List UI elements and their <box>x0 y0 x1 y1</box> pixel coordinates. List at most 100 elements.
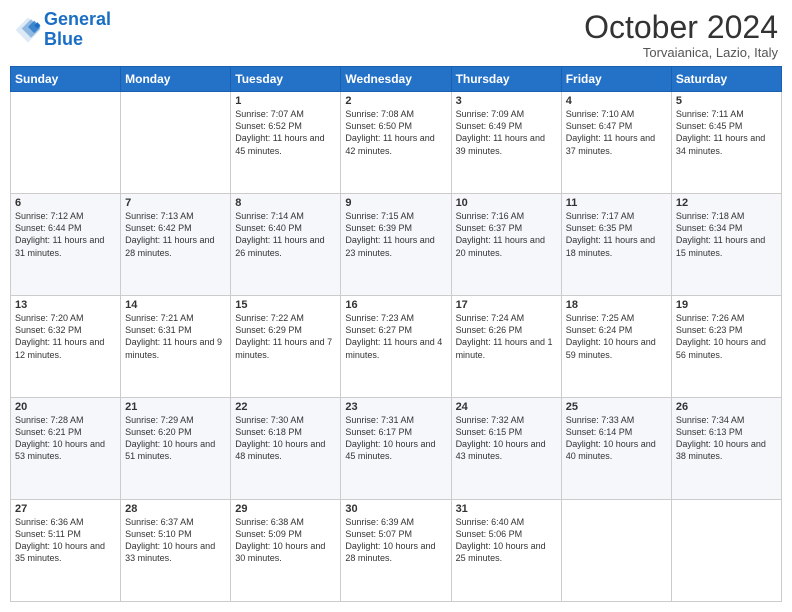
calendar-body: 1Sunrise: 7:07 AM Sunset: 6:52 PM Daylig… <box>11 92 782 602</box>
cell-day-number: 28 <box>125 503 226 515</box>
calendar-cell: 14Sunrise: 7:21 AM Sunset: 6:31 PM Dayli… <box>121 296 231 398</box>
cell-day-number: 1 <box>235 95 336 107</box>
cell-day-number: 14 <box>125 299 226 311</box>
cell-info-text: Sunrise: 7:26 AM Sunset: 6:23 PM Dayligh… <box>676 312 777 361</box>
calendar-cell: 28Sunrise: 6:37 AM Sunset: 5:10 PM Dayli… <box>121 500 231 602</box>
cell-day-number: 22 <box>235 401 336 413</box>
calendar-cell: 23Sunrise: 7:31 AM Sunset: 6:17 PM Dayli… <box>341 398 451 500</box>
cell-day-number: 6 <box>15 197 116 209</box>
header: General Blue October 2024 Torvaianica, L… <box>10 10 782 60</box>
cell-info-text: Sunrise: 7:31 AM Sunset: 6:17 PM Dayligh… <box>345 414 446 463</box>
logo-blue: Blue <box>44 29 83 49</box>
cell-info-text: Sunrise: 7:11 AM Sunset: 6:45 PM Dayligh… <box>676 108 777 157</box>
cell-day-number: 8 <box>235 197 336 209</box>
calendar-cell: 18Sunrise: 7:25 AM Sunset: 6:24 PM Dayli… <box>561 296 671 398</box>
calendar-cell: 4Sunrise: 7:10 AM Sunset: 6:47 PM Daylig… <box>561 92 671 194</box>
weekday-header-cell: Friday <box>561 67 671 92</box>
cell-info-text: Sunrise: 7:16 AM Sunset: 6:37 PM Dayligh… <box>456 210 557 259</box>
cell-info-text: Sunrise: 7:14 AM Sunset: 6:40 PM Dayligh… <box>235 210 336 259</box>
cell-info-text: Sunrise: 7:10 AM Sunset: 6:47 PM Dayligh… <box>566 108 667 157</box>
cell-day-number: 3 <box>456 95 557 107</box>
main-title: October 2024 <box>584 10 778 45</box>
calendar-week-row: 1Sunrise: 7:07 AM Sunset: 6:52 PM Daylig… <box>11 92 782 194</box>
cell-day-number: 30 <box>345 503 446 515</box>
calendar-week-row: 6Sunrise: 7:12 AM Sunset: 6:44 PM Daylig… <box>11 194 782 296</box>
calendar-cell: 5Sunrise: 7:11 AM Sunset: 6:45 PM Daylig… <box>671 92 781 194</box>
cell-day-number: 27 <box>15 503 116 515</box>
calendar-cell: 12Sunrise: 7:18 AM Sunset: 6:34 PM Dayli… <box>671 194 781 296</box>
cell-info-text: Sunrise: 6:40 AM Sunset: 5:06 PM Dayligh… <box>456 516 557 565</box>
cell-info-text: Sunrise: 7:29 AM Sunset: 6:20 PM Dayligh… <box>125 414 226 463</box>
calendar-cell: 20Sunrise: 7:28 AM Sunset: 6:21 PM Dayli… <box>11 398 121 500</box>
calendar-cell: 9Sunrise: 7:15 AM Sunset: 6:39 PM Daylig… <box>341 194 451 296</box>
cell-info-text: Sunrise: 6:36 AM Sunset: 5:11 PM Dayligh… <box>15 516 116 565</box>
logo-general: General <box>44 9 111 29</box>
calendar-cell: 6Sunrise: 7:12 AM Sunset: 6:44 PM Daylig… <box>11 194 121 296</box>
cell-info-text: Sunrise: 7:30 AM Sunset: 6:18 PM Dayligh… <box>235 414 336 463</box>
cell-day-number: 17 <box>456 299 557 311</box>
calendar-week-row: 27Sunrise: 6:36 AM Sunset: 5:11 PM Dayli… <box>11 500 782 602</box>
cell-info-text: Sunrise: 7:12 AM Sunset: 6:44 PM Dayligh… <box>15 210 116 259</box>
cell-day-number: 11 <box>566 197 667 209</box>
cell-day-number: 18 <box>566 299 667 311</box>
cell-day-number: 10 <box>456 197 557 209</box>
calendar-cell: 7Sunrise: 7:13 AM Sunset: 6:42 PM Daylig… <box>121 194 231 296</box>
cell-info-text: Sunrise: 7:23 AM Sunset: 6:27 PM Dayligh… <box>345 312 446 361</box>
calendar-cell: 26Sunrise: 7:34 AM Sunset: 6:13 PM Dayli… <box>671 398 781 500</box>
calendar-cell: 27Sunrise: 6:36 AM Sunset: 5:11 PM Dayli… <box>11 500 121 602</box>
calendar-week-row: 20Sunrise: 7:28 AM Sunset: 6:21 PM Dayli… <box>11 398 782 500</box>
cell-info-text: Sunrise: 7:09 AM Sunset: 6:49 PM Dayligh… <box>456 108 557 157</box>
cell-day-number: 15 <box>235 299 336 311</box>
cell-info-text: Sunrise: 7:08 AM Sunset: 6:50 PM Dayligh… <box>345 108 446 157</box>
cell-day-number: 12 <box>676 197 777 209</box>
calendar-cell <box>11 92 121 194</box>
cell-info-text: Sunrise: 7:28 AM Sunset: 6:21 PM Dayligh… <box>15 414 116 463</box>
calendar-cell: 25Sunrise: 7:33 AM Sunset: 6:14 PM Dayli… <box>561 398 671 500</box>
weekday-header-cell: Saturday <box>671 67 781 92</box>
calendar-cell <box>121 92 231 194</box>
cell-info-text: Sunrise: 7:13 AM Sunset: 6:42 PM Dayligh… <box>125 210 226 259</box>
calendar-cell: 11Sunrise: 7:17 AM Sunset: 6:35 PM Dayli… <box>561 194 671 296</box>
weekday-header-cell: Thursday <box>451 67 561 92</box>
calendar-cell: 16Sunrise: 7:23 AM Sunset: 6:27 PM Dayli… <box>341 296 451 398</box>
cell-day-number: 9 <box>345 197 446 209</box>
cell-info-text: Sunrise: 7:21 AM Sunset: 6:31 PM Dayligh… <box>125 312 226 361</box>
calendar-cell <box>561 500 671 602</box>
cell-day-number: 7 <box>125 197 226 209</box>
cell-info-text: Sunrise: 7:24 AM Sunset: 6:26 PM Dayligh… <box>456 312 557 361</box>
cell-info-text: Sunrise: 7:32 AM Sunset: 6:15 PM Dayligh… <box>456 414 557 463</box>
cell-info-text: Sunrise: 6:39 AM Sunset: 5:07 PM Dayligh… <box>345 516 446 565</box>
cell-day-number: 4 <box>566 95 667 107</box>
cell-day-number: 29 <box>235 503 336 515</box>
calendar-cell: 17Sunrise: 7:24 AM Sunset: 6:26 PM Dayli… <box>451 296 561 398</box>
weekday-header-cell: Wednesday <box>341 67 451 92</box>
calendar-cell: 30Sunrise: 6:39 AM Sunset: 5:07 PM Dayli… <box>341 500 451 602</box>
cell-day-number: 26 <box>676 401 777 413</box>
cell-info-text: Sunrise: 7:18 AM Sunset: 6:34 PM Dayligh… <box>676 210 777 259</box>
calendar-cell: 15Sunrise: 7:22 AM Sunset: 6:29 PM Dayli… <box>231 296 341 398</box>
calendar-cell: 21Sunrise: 7:29 AM Sunset: 6:20 PM Dayli… <box>121 398 231 500</box>
cell-day-number: 5 <box>676 95 777 107</box>
cell-day-number: 21 <box>125 401 226 413</box>
title-section: October 2024 Torvaianica, Lazio, Italy <box>584 10 778 60</box>
cell-info-text: Sunrise: 7:17 AM Sunset: 6:35 PM Dayligh… <box>566 210 667 259</box>
cell-info-text: Sunrise: 6:38 AM Sunset: 5:09 PM Dayligh… <box>235 516 336 565</box>
calendar-cell: 10Sunrise: 7:16 AM Sunset: 6:37 PM Dayli… <box>451 194 561 296</box>
calendar-cell: 19Sunrise: 7:26 AM Sunset: 6:23 PM Dayli… <box>671 296 781 398</box>
weekday-header-cell: Monday <box>121 67 231 92</box>
cell-info-text: Sunrise: 6:37 AM Sunset: 5:10 PM Dayligh… <box>125 516 226 565</box>
cell-info-text: Sunrise: 7:33 AM Sunset: 6:14 PM Dayligh… <box>566 414 667 463</box>
cell-day-number: 23 <box>345 401 446 413</box>
calendar-week-row: 13Sunrise: 7:20 AM Sunset: 6:32 PM Dayli… <box>11 296 782 398</box>
calendar-table: SundayMondayTuesdayWednesdayThursdayFrid… <box>10 66 782 602</box>
cell-day-number: 16 <box>345 299 446 311</box>
cell-day-number: 31 <box>456 503 557 515</box>
weekday-header-cell: Sunday <box>11 67 121 92</box>
cell-day-number: 25 <box>566 401 667 413</box>
weekday-header-cell: Tuesday <box>231 67 341 92</box>
cell-info-text: Sunrise: 7:34 AM Sunset: 6:13 PM Dayligh… <box>676 414 777 463</box>
logo-icon <box>14 16 42 44</box>
cell-info-text: Sunrise: 7:07 AM Sunset: 6:52 PM Dayligh… <box>235 108 336 157</box>
cell-day-number: 24 <box>456 401 557 413</box>
logo-text: General Blue <box>44 10 111 50</box>
